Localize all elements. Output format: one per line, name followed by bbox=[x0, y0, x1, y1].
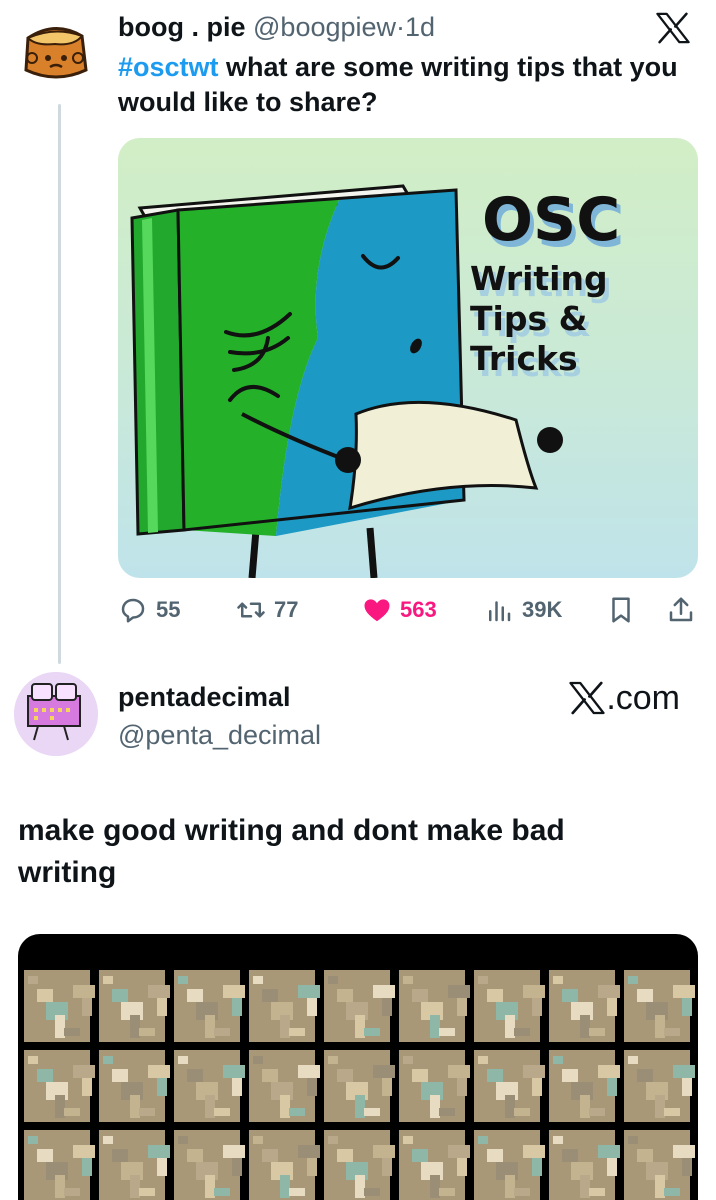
grid-tile bbox=[624, 1130, 695, 1200]
views-icon bbox=[489, 601, 511, 622]
views-button[interactable]: 39K bbox=[484, 590, 562, 630]
grid-tile bbox=[324, 970, 395, 1042]
author-handle[interactable]: @penta_decimal bbox=[118, 718, 321, 752]
tweet1-action-bar: 55 77 563 39K bbox=[118, 590, 703, 630]
grid-tile bbox=[249, 1130, 320, 1200]
tweet1-image[interactable]: OSC Writing Tips & Tricks OSC Writing Ti… bbox=[118, 138, 698, 578]
repost-icon bbox=[237, 602, 265, 618]
like-count: 563 bbox=[400, 597, 437, 622]
author-avatar[interactable] bbox=[14, 12, 96, 94]
grid-tile bbox=[474, 970, 545, 1042]
grid-tile bbox=[624, 970, 695, 1042]
grid-tile bbox=[99, 1130, 170, 1200]
grid-tile bbox=[549, 1130, 620, 1200]
reply-button[interactable]: 55 bbox=[118, 590, 180, 630]
image-subtitle-3: Tricks bbox=[470, 339, 578, 378]
grid-tile bbox=[174, 970, 245, 1042]
x-brand-label: .com bbox=[569, 678, 680, 718]
hashtag-link[interactable]: #osctwt bbox=[118, 52, 219, 82]
grid-tile bbox=[99, 1050, 170, 1122]
grid-tile bbox=[399, 970, 470, 1042]
image-subtitle-2: Tips & bbox=[470, 299, 587, 338]
grid-tile bbox=[624, 1050, 695, 1122]
share-icon bbox=[669, 597, 693, 622]
separator-dot: · bbox=[396, 12, 406, 42]
brand-domain: .com bbox=[606, 679, 680, 717]
tweet1-header: boog . pie @boogpiew·1d bbox=[118, 10, 435, 44]
grid-tile bbox=[324, 1130, 395, 1200]
osc-book-illustration: OSC Writing Tips & Tricks OSC Writing Ti… bbox=[118, 138, 698, 578]
author-avatar[interactable] bbox=[14, 672, 98, 756]
tweet2-image[interactable] bbox=[18, 934, 698, 1200]
author-handle[interactable]: @boogpiew bbox=[253, 12, 396, 42]
grid-tile bbox=[174, 1130, 245, 1200]
bookmark-button[interactable] bbox=[606, 590, 636, 630]
pie-avatar-icon bbox=[14, 12, 96, 94]
grid-tile bbox=[174, 1050, 245, 1122]
author-name[interactable]: pentadecimal bbox=[118, 680, 291, 714]
grid-tile bbox=[24, 1050, 95, 1122]
grid-tile bbox=[474, 1130, 545, 1200]
grid-tile bbox=[549, 970, 620, 1042]
image-title: OSC bbox=[482, 185, 620, 255]
like-button[interactable]: 563 bbox=[362, 590, 437, 630]
timestamp[interactable]: 1d bbox=[405, 12, 435, 42]
repost-button[interactable]: 77 bbox=[236, 590, 298, 630]
grid-tile bbox=[249, 970, 320, 1042]
building-avatar-icon bbox=[14, 672, 98, 756]
grid-tile bbox=[474, 1050, 545, 1122]
reply-icon bbox=[121, 598, 145, 623]
author-name[interactable]: boog . pie bbox=[118, 12, 246, 42]
x-logo-icon bbox=[656, 12, 690, 44]
emoji-grid-image bbox=[24, 970, 695, 1200]
views-count: 39K bbox=[522, 597, 563, 622]
repost-count: 77 bbox=[274, 597, 299, 622]
tweet2-text: make good writing and dont make bad writ… bbox=[18, 814, 565, 889]
reply-count: 55 bbox=[156, 597, 181, 622]
image-subtitle-1: Writing bbox=[470, 259, 608, 298]
share-button[interactable] bbox=[666, 590, 696, 630]
grid-tile bbox=[24, 1130, 95, 1200]
grid-tile bbox=[399, 1050, 470, 1122]
grid-tile bbox=[99, 970, 170, 1042]
grid-tile bbox=[399, 1130, 470, 1200]
heart-icon bbox=[364, 599, 390, 622]
x-logo-icon bbox=[569, 681, 605, 715]
grid-tile bbox=[324, 1050, 395, 1122]
thread-connector bbox=[58, 104, 61, 664]
grid-tile bbox=[24, 970, 95, 1042]
grid-tile bbox=[249, 1050, 320, 1122]
bookmark-icon bbox=[612, 597, 630, 623]
grid-tile bbox=[549, 1050, 620, 1122]
tweet1-text: #osctwt what are some writing tips that … bbox=[118, 50, 698, 120]
